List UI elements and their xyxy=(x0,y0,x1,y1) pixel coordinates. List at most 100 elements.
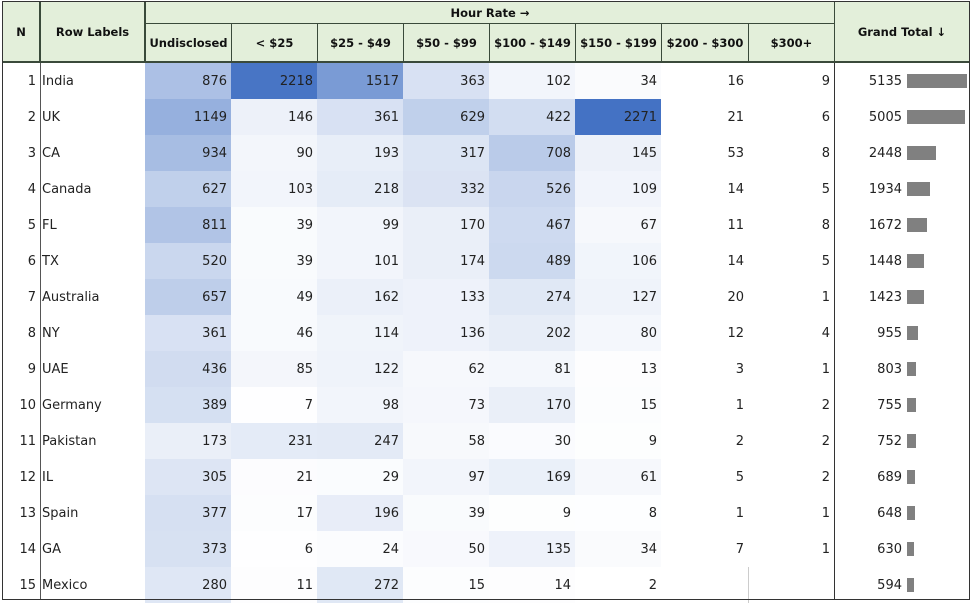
value-cell[interactable]: 17 xyxy=(231,495,317,531)
value-cell[interactable]: 109 xyxy=(575,171,661,207)
value-cell[interactable]: 218 xyxy=(317,171,403,207)
value-cell[interactable]: 520 xyxy=(145,243,231,279)
value-cell[interactable]: 7 xyxy=(231,387,317,423)
row-label[interactable]: India xyxy=(40,63,144,99)
header-row-labels[interactable]: Row Labels xyxy=(40,1,146,63)
value-cell[interactable]: 2 xyxy=(575,567,661,603)
column-header[interactable]: Undisclosed xyxy=(145,23,232,63)
value-cell[interactable]: 12 xyxy=(661,315,748,351)
value-cell[interactable]: 133 xyxy=(403,279,489,315)
value-cell[interactable]: 9 xyxy=(748,63,834,99)
grand-total-value[interactable]: 1672 xyxy=(852,207,902,243)
value-cell[interactable]: 196 xyxy=(317,495,403,531)
value-cell[interactable]: 332 xyxy=(403,171,489,207)
grand-total-value[interactable]: 5135 xyxy=(852,63,902,99)
value-cell[interactable]: 627 xyxy=(145,171,231,207)
value-cell[interactable]: 135 xyxy=(489,531,575,567)
value-cell[interactable]: 373 xyxy=(145,531,231,567)
value-cell[interactable]: 8 xyxy=(748,207,834,243)
value-cell[interactable]: 377 xyxy=(145,495,231,531)
value-cell[interactable]: 122 xyxy=(317,351,403,387)
row-label[interactable]: IL xyxy=(40,459,144,495)
value-cell[interactable]: 361 xyxy=(145,315,231,351)
column-header[interactable]: $50 - $99 xyxy=(403,23,490,63)
value-cell[interactable]: 274 xyxy=(489,279,575,315)
value-cell[interactable]: 6 xyxy=(231,531,317,567)
value-cell[interactable]: 436 xyxy=(145,351,231,387)
value-cell[interactable]: 202 xyxy=(489,315,575,351)
value-cell[interactable]: 1 xyxy=(748,351,834,387)
value-cell[interactable]: 170 xyxy=(489,387,575,423)
grand-total-value[interactable]: 648 xyxy=(852,495,902,531)
value-cell[interactable]: 14 xyxy=(661,171,748,207)
row-label[interactable]: NY xyxy=(40,315,144,351)
value-cell[interactable]: 657 xyxy=(145,279,231,315)
value-cell[interactable]: 2 xyxy=(748,423,834,459)
grand-total-value[interactable]: 5005 xyxy=(852,99,902,135)
value-cell[interactable]: 46 xyxy=(231,315,317,351)
header-hour-rate-group[interactable]: Hour Rate → xyxy=(145,1,835,24)
value-cell[interactable]: 1 xyxy=(748,495,834,531)
grand-total-value[interactable]: 689 xyxy=(852,459,902,495)
column-header[interactable]: $300+ xyxy=(748,23,835,63)
row-label[interactable]: Germany xyxy=(40,387,144,423)
value-cell[interactable]: 80 xyxy=(575,315,661,351)
value-cell[interactable]: 15 xyxy=(575,387,661,423)
value-cell[interactable]: 24 xyxy=(317,531,403,567)
value-cell[interactable]: 422 xyxy=(489,99,575,135)
value-cell[interactable]: 146 xyxy=(231,99,317,135)
value-cell[interactable]: 5 xyxy=(748,243,834,279)
value-cell[interactable]: 13 xyxy=(575,351,661,387)
value-cell[interactable]: 29 xyxy=(317,459,403,495)
value-cell[interactable]: 49 xyxy=(231,279,317,315)
value-cell[interactable]: 8 xyxy=(748,135,834,171)
value-cell[interactable]: 1 xyxy=(661,387,748,423)
value-cell[interactable]: 85 xyxy=(231,351,317,387)
value-cell[interactable]: 174 xyxy=(403,243,489,279)
value-cell[interactable]: 2218 xyxy=(231,63,317,99)
value-cell[interactable]: 114 xyxy=(317,315,403,351)
value-cell[interactable] xyxy=(748,567,834,603)
value-cell[interactable]: 16 xyxy=(661,63,748,99)
value-cell[interactable]: 15 xyxy=(403,567,489,603)
value-cell[interactable]: 106 xyxy=(575,243,661,279)
grand-total-value[interactable]: 594 xyxy=(852,567,902,603)
value-cell[interactable]: 1 xyxy=(661,495,748,531)
value-cell[interactable]: 97 xyxy=(403,459,489,495)
row-label[interactable]: UAE xyxy=(40,351,144,387)
grand-total-value[interactable]: 630 xyxy=(852,531,902,567)
column-header[interactable]: $200 - $300 xyxy=(661,23,749,63)
row-label[interactable]: Pakistan xyxy=(40,423,144,459)
value-cell[interactable]: 9 xyxy=(575,423,661,459)
grand-total-value[interactable]: 803 xyxy=(852,351,902,387)
value-cell[interactable]: 20 xyxy=(661,279,748,315)
value-cell[interactable]: 4 xyxy=(748,315,834,351)
value-cell[interactable]: 11 xyxy=(231,567,317,603)
value-cell[interactable]: 30 xyxy=(489,423,575,459)
row-label[interactable]: GA xyxy=(40,531,144,567)
value-cell[interactable]: 280 xyxy=(145,567,231,603)
value-cell[interactable]: 876 xyxy=(145,63,231,99)
value-cell[interactable] xyxy=(661,567,748,603)
value-cell[interactable]: 467 xyxy=(489,207,575,243)
value-cell[interactable]: 934 xyxy=(145,135,231,171)
value-cell[interactable]: 145 xyxy=(575,135,661,171)
grand-total-value[interactable]: 1934 xyxy=(852,171,902,207)
grand-total-value[interactable]: 2448 xyxy=(852,135,902,171)
value-cell[interactable]: 90 xyxy=(231,135,317,171)
value-cell[interactable]: 2 xyxy=(661,423,748,459)
value-cell[interactable]: 5 xyxy=(661,459,748,495)
value-cell[interactable]: 14 xyxy=(489,567,575,603)
value-cell[interactable]: 11 xyxy=(661,207,748,243)
value-cell[interactable]: 73 xyxy=(403,387,489,423)
value-cell[interactable]: 6 xyxy=(748,99,834,135)
value-cell[interactable]: 629 xyxy=(403,99,489,135)
value-cell[interactable]: 58 xyxy=(403,423,489,459)
value-cell[interactable]: 811 xyxy=(145,207,231,243)
column-header[interactable]: $25 - $49 xyxy=(317,23,404,63)
value-cell[interactable]: 34 xyxy=(575,531,661,567)
value-cell[interactable]: 1149 xyxy=(145,99,231,135)
row-label[interactable]: Australia xyxy=(40,279,144,315)
header-grand-total[interactable]: Grand Total ↓ xyxy=(834,1,970,63)
row-label[interactable]: TX xyxy=(40,243,144,279)
